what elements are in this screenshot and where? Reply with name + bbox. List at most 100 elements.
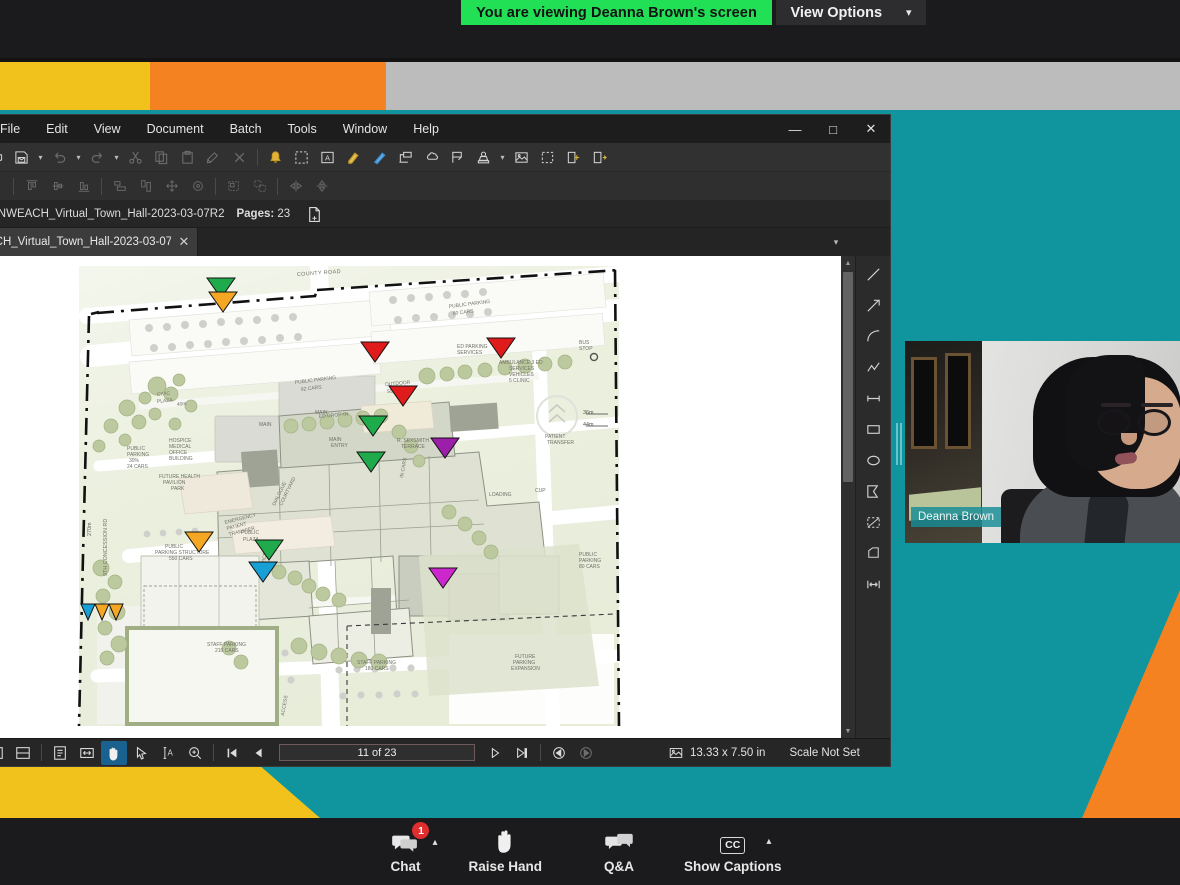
menu-view[interactable]: View: [81, 115, 134, 143]
chevron-down-icon[interactable]: ▾: [826, 228, 846, 256]
participant-video-panel[interactable]: Deanna Brown: [905, 341, 1180, 543]
page-number-field[interactable]: 11 of 23: [279, 744, 475, 761]
undo-icon[interactable]: [47, 145, 72, 170]
cut-icon[interactable]: [123, 145, 148, 170]
ellipse-tool-icon[interactable]: [859, 446, 888, 475]
area-measure-icon[interactable]: [859, 508, 888, 537]
svg-text:PARK: PARK: [171, 486, 185, 492]
menu-batch[interactable]: Batch: [217, 115, 275, 143]
extract-page-icon[interactable]: [587, 145, 612, 170]
qa-button[interactable]: Q&A: [576, 818, 662, 885]
distribute-vertical-icon[interactable]: [133, 174, 158, 199]
align-middle-icon[interactable]: [45, 174, 70, 199]
menu-file[interactable]: File: [0, 115, 33, 143]
scroll-up-icon[interactable]: ▲: [841, 256, 855, 270]
distance-measure-icon[interactable]: [859, 384, 888, 413]
crop-icon[interactable]: [535, 145, 560, 170]
fit-width-icon[interactable]: [74, 741, 100, 765]
previous-page-icon[interactable]: [246, 741, 272, 765]
slide-stripe-yellow: [0, 62, 150, 110]
insert-page-icon[interactable]: [561, 145, 586, 170]
print-icon[interactable]: [0, 145, 8, 170]
snapshot-icon[interactable]: [289, 145, 314, 170]
menu-edit[interactable]: Edit: [33, 115, 81, 143]
close-button[interactable]: ✕: [852, 115, 890, 143]
cloud-shape-icon[interactable]: [419, 145, 444, 170]
text-box-icon[interactable]: A: [315, 145, 340, 170]
split-horizontal-icon[interactable]: [10, 741, 36, 765]
arc-tool-icon[interactable]: [859, 322, 888, 351]
chat-button[interactable]: 1 ▴ Chat: [376, 818, 437, 885]
pen-markup-icon[interactable]: [367, 145, 392, 170]
line-tool-icon[interactable]: [859, 260, 888, 289]
person-collar: [1084, 489, 1130, 543]
caliper-measure-icon[interactable]: [859, 570, 888, 599]
pan-hand-tool-icon[interactable]: [101, 740, 127, 765]
redo-dropdown-caret[interactable]: ▾: [111, 145, 122, 170]
flag-icon[interactable]: [445, 145, 470, 170]
format-painter-icon[interactable]: [201, 145, 226, 170]
menu-help[interactable]: Help: [400, 115, 452, 143]
align-top-icon[interactable]: [19, 174, 44, 199]
arrow-tool-icon[interactable]: [859, 291, 888, 320]
raise-hand-button[interactable]: Raise Hand: [434, 818, 576, 885]
maximize-button[interactable]: □: [814, 115, 852, 143]
split-view-icon[interactable]: [0, 741, 9, 765]
next-page-icon[interactable]: [482, 741, 508, 765]
window-frame: [911, 357, 937, 449]
redo-icon[interactable]: [85, 145, 110, 170]
callout-icon[interactable]: [393, 145, 418, 170]
flip-horizontal-icon[interactable]: [283, 174, 308, 199]
move-icon[interactable]: [159, 174, 184, 199]
stamp-dropdown-caret[interactable]: ▾: [497, 145, 508, 170]
document-tab[interactable]: ACH_Virtual_Town_Hall-2023-03-07R2 ✕: [0, 228, 198, 256]
zoom-tool-icon[interactable]: [182, 741, 208, 765]
chevron-up-icon[interactable]: ▴: [766, 836, 771, 847]
new-document-icon[interactable]: [302, 202, 327, 227]
site-plan-drawing: COUNTY ROAD 225m 270m 9TH CONCESSION RD …: [0, 256, 841, 738]
text-select-icon[interactable]: A: [155, 741, 181, 765]
select-arrow-icon[interactable]: [128, 741, 154, 765]
page-dimensions-icon[interactable]: [663, 741, 689, 765]
svg-text:EXPANSION: EXPANSION: [511, 666, 540, 672]
fit-page-icon[interactable]: [47, 741, 73, 765]
show-captions-button[interactable]: CC ▴ Show Captions: [662, 818, 804, 885]
menu-tools[interactable]: Tools: [275, 115, 330, 143]
bell-alert-icon[interactable]: [263, 145, 288, 170]
raised-hand-icon: [493, 829, 517, 854]
menu-window[interactable]: Window: [330, 115, 400, 143]
last-page-icon[interactable]: [509, 741, 535, 765]
highlighter-icon[interactable]: [341, 145, 366, 170]
view-options-button[interactable]: View Options ▾: [776, 0, 926, 25]
group-icon[interactable]: [221, 174, 246, 199]
scroll-down-icon[interactable]: ▼: [841, 724, 855, 738]
rotate-icon[interactable]: [185, 174, 210, 199]
next-view-icon[interactable]: [573, 741, 599, 765]
menu-document[interactable]: Document: [134, 115, 217, 143]
volume-measure-icon[interactable]: [859, 539, 888, 568]
minimize-button[interactable]: —: [776, 115, 814, 143]
ungroup-icon[interactable]: [247, 174, 272, 199]
save-dropdown-caret[interactable]: ▾: [35, 145, 46, 170]
scrollbar-thumb[interactable]: [843, 272, 853, 482]
stamp-icon[interactable]: [471, 145, 496, 170]
pdf-page-canvas[interactable]: COUNTY ROAD 225m 270m 9TH CONCESSION RD …: [0, 256, 841, 738]
rectangle-tool-icon[interactable]: [859, 415, 888, 444]
polyline-tool-icon[interactable]: [859, 353, 888, 382]
copy-icon[interactable]: [149, 145, 174, 170]
close-icon[interactable]: ✕: [177, 234, 191, 250]
distribute-horizontal-icon[interactable]: [107, 174, 132, 199]
delete-icon[interactable]: [227, 145, 252, 170]
align-left-icon[interactable]: [0, 174, 8, 199]
video-panel-drag-handle[interactable]: [896, 423, 903, 465]
previous-view-icon[interactable]: [546, 741, 572, 765]
vertical-scrollbar[interactable]: ▲ ▼: [841, 256, 855, 738]
save-email-icon[interactable]: [9, 145, 34, 170]
paste-icon[interactable]: [175, 145, 200, 170]
image-icon[interactable]: [509, 145, 534, 170]
align-bottom-icon[interactable]: [71, 174, 96, 199]
flip-vertical-icon[interactable]: [309, 174, 334, 199]
undo-dropdown-caret[interactable]: ▾: [73, 145, 84, 170]
polygon-tool-icon[interactable]: [859, 477, 888, 506]
first-page-icon[interactable]: [219, 741, 245, 765]
